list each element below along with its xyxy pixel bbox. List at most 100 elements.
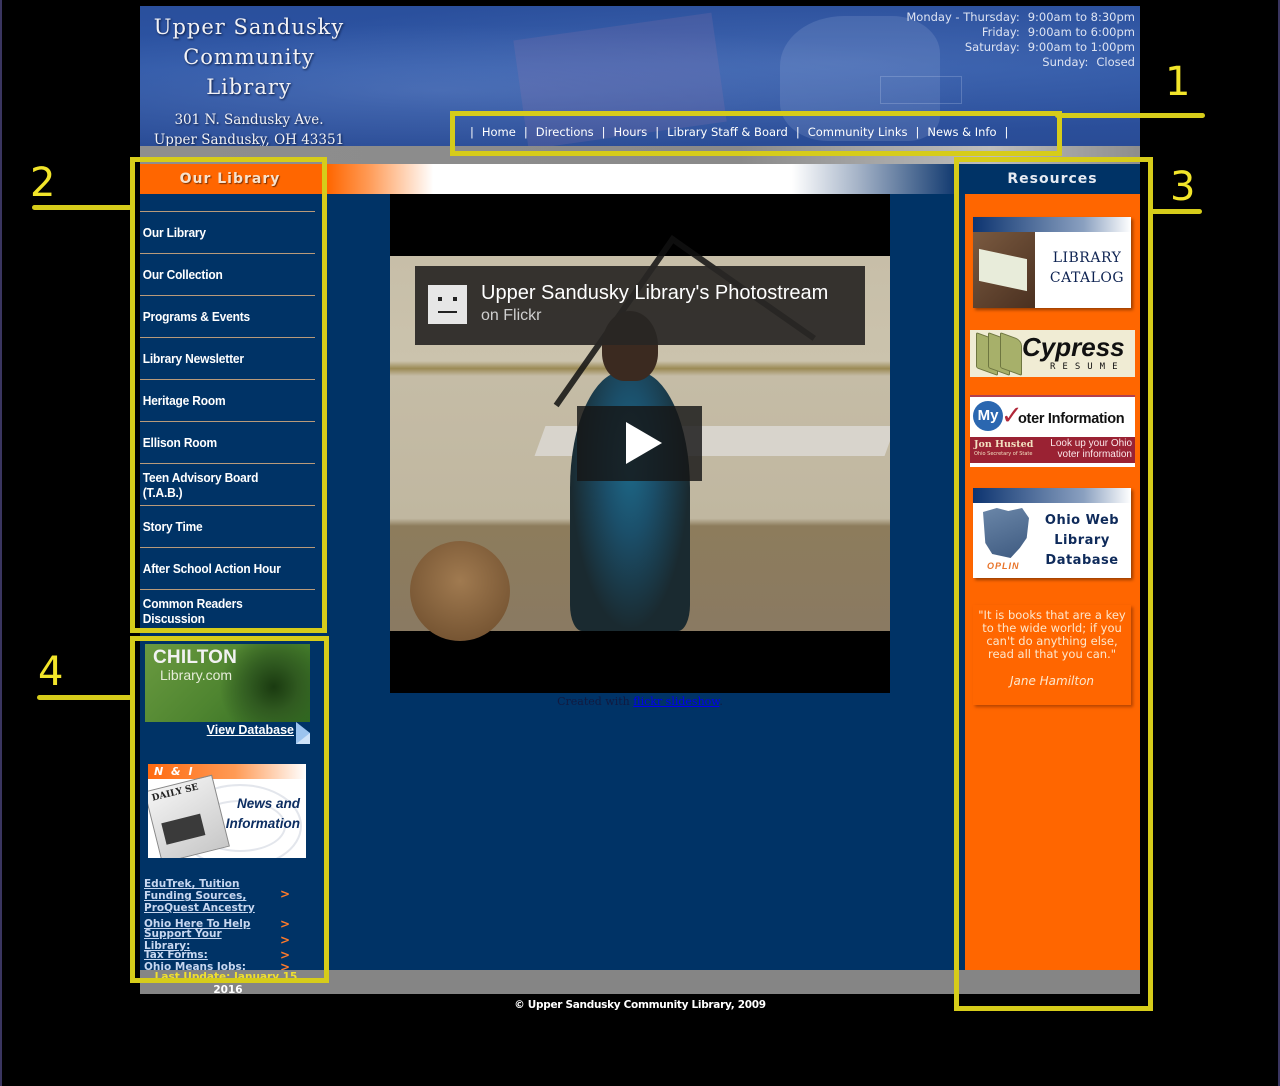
photostream-title[interactable]: Upper Sandusky Library's Photostream (481, 282, 828, 305)
view-label: View (206, 723, 235, 737)
ni-label-line: Information (225, 816, 300, 831)
nav-directions[interactable]: Directions (536, 125, 594, 139)
hours-row: Monday - Thursday: 9:00am to 8:30pm (906, 10, 1135, 25)
voter-information-text: oter Information (1018, 411, 1125, 427)
link-edutrek[interactable]: EduTrek, Tuition Funding Sources, ProQuest… (144, 878, 269, 914)
nav-separator: | (655, 125, 660, 139)
address-city: Upper Sandusky, OH 43351 (153, 132, 345, 146)
hours-time: 9:00am to 1:00pm (1027, 40, 1135, 54)
left-nav-link[interactable]: Teen Advisory Board (T.A.B.) (140, 470, 301, 500)
nav-separator: | (915, 125, 920, 139)
annotation-line-2 (32, 205, 132, 210)
annotation-line-4 (37, 695, 132, 700)
left-nav-item-newsletter[interactable]: Library Newsletter (140, 337, 315, 379)
catalog-label-line: LIBRARY (1052, 250, 1122, 266)
chevron-right-icon: > (280, 916, 291, 931)
catalog-label-line: CATALOG (1049, 270, 1125, 286)
quick-link-row: Support Your Library: > (144, 928, 304, 952)
link-tax-forms[interactable]: Tax Forms: (144, 949, 269, 961)
hours-row: Friday: 9:00am to 6:00pm (906, 25, 1135, 40)
ni-label: News and Information (226, 794, 300, 834)
left-nav-item-story-time[interactable]: Story Time (140, 505, 315, 547)
caption-period: . (719, 695, 723, 708)
ni-label-line: News and (236, 796, 300, 811)
cypress-wordmark: Cypress (1022, 332, 1125, 362)
left-nav-link[interactable]: Story Time (140, 519, 203, 534)
chilton-subtitle: Library.com (160, 667, 233, 683)
hours-row: Sunday: Closed (906, 55, 1135, 70)
my-voter-information-banner[interactable]: My ✓ oter Information Jon Husted Ohio Se… (970, 395, 1135, 467)
nav-separator: | (601, 125, 606, 139)
left-nav-item-our-library[interactable]: Our Library (140, 211, 315, 253)
left-nav-item-ellison-room[interactable]: Ellison Room (140, 421, 315, 463)
oplin-badge: OPLIN (987, 561, 1020, 571)
flickr-info-card[interactable]: Upper Sandusky Library's Photostream on … (415, 266, 865, 345)
last-update-line2: 2016 (213, 984, 243, 996)
left-nav-link[interactable]: Programs & Events (140, 309, 250, 324)
hours-time: 9:00am to 8:30pm (1027, 10, 1135, 24)
annotation-number-3: 3 (1170, 164, 1196, 210)
left-nav-title: Our Library (140, 164, 320, 194)
nav-community-links[interactable]: Community Links (808, 125, 908, 139)
owl-label-line: Database (1045, 553, 1119, 568)
left-nav-link[interactable]: Our Library (140, 225, 206, 240)
left-nav-link[interactable]: Our Collection (140, 267, 223, 282)
left-nav-link[interactable]: Library Newsletter (140, 351, 244, 366)
document-stack-icon (1000, 331, 1022, 377)
nav-separator: | (795, 125, 800, 139)
library-catalog-banner[interactable]: LIBRARY CATALOG (973, 217, 1131, 308)
flickr-slideshow-embed[interactable]: Upper Sandusky Library's Photostream on … (390, 194, 890, 693)
left-nav-item-teen-advisory-board[interactable]: Teen Advisory Board (T.A.B.) (140, 463, 315, 505)
banner-gradient (973, 217, 1131, 232)
left-nav-item-after-school[interactable]: After School Action Hour (140, 547, 315, 589)
cypress-subtitle: RESUME (1050, 362, 1125, 372)
ohio-web-library-banner[interactable]: OPLIN Ohio Web Library Database (973, 488, 1131, 578)
nav-news-info[interactable]: News & Info (927, 125, 996, 139)
nav-staff-board[interactable]: Library Staff & Board (667, 125, 788, 139)
owl-label: Ohio Web Library Database (1033, 511, 1131, 571)
official-name: Jon Husted (974, 439, 1034, 450)
quote-author: Jane Hamilton (1009, 674, 1095, 688)
cypress-resume-banner[interactable]: Cypress RESUME (970, 330, 1135, 377)
copyright: © Upper Sandusky Community Library, 2009 (514, 999, 766, 1011)
library-name-line1: Upper Sandusky (153, 15, 345, 39)
ni-badge: N & I (148, 764, 306, 779)
news-and-information-banner[interactable]: N & I News and Information (148, 764, 306, 858)
nav-hours[interactable]: Hours (614, 125, 648, 139)
hours-day: Saturday: (964, 40, 1020, 54)
library-branding: Upper Sandusky Community Library 301 N. … (140, 12, 358, 146)
card-catalog-drawer-icon (973, 232, 1035, 308)
buddy-icon (428, 285, 467, 324)
photostream-subtitle: on Flickr (481, 307, 542, 324)
created-with-caption: Created with flickr slideshow. (390, 695, 890, 708)
flickr-slideshow-link[interactable]: flickr slideshow (633, 695, 719, 708)
left-nav-item-our-collection[interactable]: Our Collection (140, 253, 315, 295)
left-nav-link[interactable]: Common Readers Discussion (140, 596, 301, 626)
left-nav-item-programs-events[interactable]: Programs & Events (140, 295, 315, 337)
chilton-library-banner[interactable]: CHILTON Library.com (145, 644, 310, 722)
address-street: 301 N. Sandusky Ave. (174, 112, 324, 128)
left-nav-divider (140, 631, 315, 632)
header-background-art (880, 76, 962, 104)
left-nav-item-common-readers[interactable]: Common Readers Discussion (140, 589, 315, 631)
voter-lookup-line: Look up your Ohio (1050, 438, 1132, 449)
library-address: 301 N. Sandusky Ave. Upper Sandusky, OH … (140, 110, 358, 146)
chevron-right-icon: > (280, 887, 291, 901)
quote-text: "It is books that are a key to the wide … (978, 608, 1126, 661)
nav-separator: | (523, 125, 528, 139)
left-nav-link[interactable]: After School Action Hour (140, 561, 281, 576)
resources-title: Resources (965, 164, 1140, 194)
left-navigation: Our Library Our Collection Programs & Ev… (140, 194, 320, 632)
nav-home[interactable]: Home (482, 125, 516, 139)
quick-link-row: EduTrek, Tuition Funding Sources, ProQuest… (144, 877, 304, 915)
ohio-map-icon (983, 508, 1029, 558)
nav-separator: | (1004, 125, 1009, 139)
owl-label-line: Ohio Web (1044, 513, 1120, 528)
left-nav-item-heritage-room[interactable]: Heritage Room (140, 379, 315, 421)
left-nav-link[interactable]: Ellison Room (140, 435, 217, 450)
left-nav-link[interactable]: Heritage Room (140, 393, 226, 408)
chilton-title: CHILTON (153, 647, 238, 668)
annotation-number-4: 4 (38, 649, 64, 695)
play-button[interactable] (577, 406, 702, 481)
view-database-link[interactable]: View Database (207, 723, 294, 737)
